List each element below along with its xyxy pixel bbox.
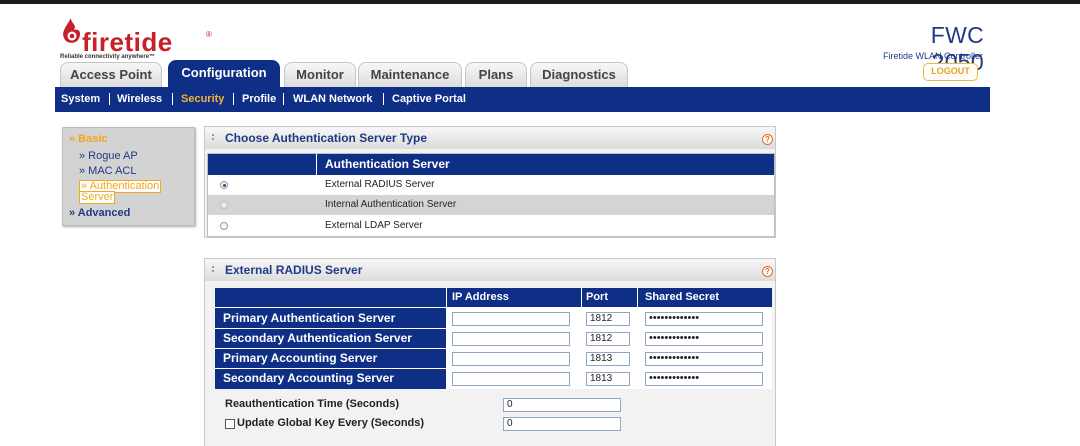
tab-maintenance[interactable]: Maintenance: [358, 62, 462, 88]
column-header-port: Port: [586, 291, 608, 303]
menu-basic[interactable]: » Basic: [69, 133, 108, 145]
tab-diagnostics[interactable]: Diagnostics: [530, 62, 628, 88]
secondary-acct-ip-input[interactable]: [452, 372, 570, 386]
grid-line: [637, 288, 638, 389]
subnav-separator: [283, 93, 284, 105]
reauth-time-input[interactable]: 0: [503, 398, 621, 412]
grid-line: [581, 288, 582, 389]
auth-server-table: Authentication Server External RADIUS Se…: [207, 153, 775, 237]
menu-advanced[interactable]: » Advanced: [69, 207, 130, 219]
flame-icon: [63, 16, 81, 43]
global-key-label: Update Global Key Every (Seconds): [237, 417, 425, 429]
auth-type-panel-title: Choose Authentication Server Type: [225, 131, 428, 145]
top-border: [0, 0, 1080, 4]
right-margin: [990, 118, 1080, 446]
radio-external-radius[interactable]: [220, 181, 228, 189]
radius-panel-header: External RADIUS Server ?: [205, 259, 775, 281]
primary-acct-port-input[interactable]: 1813: [586, 352, 630, 366]
row-label-secondary-authentication: Secondary Authentication Server: [223, 331, 412, 345]
grid-line: [215, 307, 772, 308]
left-menu: » Basic » Rogue AP » MAC ACL » Authentic…: [62, 127, 195, 226]
primary-auth-ip-input[interactable]: [452, 312, 570, 326]
drag-grip-icon: [212, 266, 216, 274]
row-label-primary-authentication: Primary Authentication Server: [223, 311, 396, 325]
subnav-system[interactable]: System: [61, 92, 100, 106]
auth-type-panel-header: Choose Authentication Server Type ?: [205, 127, 775, 149]
subnav-captive-portal[interactable]: Captive Portal: [392, 92, 466, 106]
help-icon[interactable]: ?: [762, 134, 773, 145]
secondary-auth-secret-input[interactable]: •••••••••••••: [645, 332, 763, 346]
help-icon[interactable]: ?: [762, 266, 773, 277]
menu-authentication-server-line2[interactable]: Server: [79, 191, 116, 204]
secondary-acct-port-input[interactable]: 1813: [586, 372, 630, 386]
secondary-auth-ip-input[interactable]: [452, 332, 570, 346]
column-header-shared-secret: Shared Secret: [645, 291, 719, 303]
firetide-logo: firetide ® Reliable connectivity anywher…: [60, 14, 220, 62]
subnav-profile[interactable]: Profile: [242, 92, 276, 106]
grid-line: [446, 288, 447, 389]
subnav-separator: [383, 93, 384, 105]
radius-server-table: IP Address Port Shared Secret Primary Au…: [215, 288, 772, 389]
auth-option-row[interactable]: External LDAP Server: [208, 216, 774, 236]
logo-trademark: ®: [206, 30, 212, 39]
primary-auth-port-input[interactable]: 1812: [586, 312, 630, 326]
sub-navigation: System Wireless Security Profile WLAN Ne…: [55, 87, 990, 112]
menu-mac-acl[interactable]: » MAC ACL: [79, 165, 136, 177]
row-label-secondary-accounting: Secondary Accounting Server: [223, 371, 394, 385]
global-key-checkbox[interactable]: [225, 419, 235, 429]
auth-server-table-header: Authentication Server: [208, 154, 774, 175]
subnav-security[interactable]: Security: [181, 92, 224, 106]
subnav-separator: [172, 93, 173, 105]
primary-acct-ip-input[interactable]: [452, 352, 570, 366]
secondary-acct-secret-input[interactable]: •••••••••••••: [645, 372, 763, 386]
logo-tagline: Reliable connectivity anywhere™: [60, 54, 156, 60]
auth-option-label: External LDAP Server: [325, 220, 423, 231]
subnav-wlan-network[interactable]: WLAN Network: [293, 92, 372, 106]
auth-option-label: Internal Authentication Server: [325, 199, 457, 210]
reauth-time-label: Reauthentication Time (Seconds): [225, 398, 399, 410]
grid-line: [215, 328, 772, 329]
menu-rogue-ap[interactable]: » Rogue AP: [79, 150, 138, 162]
tab-monitor[interactable]: Monitor: [284, 62, 356, 88]
subnav-separator: [109, 93, 110, 105]
tab-configuration[interactable]: Configuration: [168, 60, 280, 88]
global-key-input[interactable]: 0: [503, 417, 621, 431]
auth-option-row[interactable]: Internal Authentication Server: [208, 195, 774, 215]
radio-internal-auth[interactable]: [220, 201, 228, 209]
primary-acct-secret-input[interactable]: •••••••••••••: [645, 352, 763, 366]
row-label-primary-accounting: Primary Accounting Server: [223, 351, 378, 365]
drag-grip-icon: [212, 134, 216, 142]
primary-auth-secret-input[interactable]: •••••••••••••: [645, 312, 763, 326]
logout-button[interactable]: LOGOUT: [923, 63, 978, 81]
subnav-wireless[interactable]: Wireless: [117, 92, 162, 106]
grid-line: [215, 348, 772, 349]
subnav-separator: [233, 93, 234, 105]
radio-external-ldap[interactable]: [220, 222, 228, 230]
tab-access-point[interactable]: Access Point: [60, 62, 162, 88]
auth-header-select-column: [208, 154, 317, 175]
tab-plans[interactable]: Plans: [465, 62, 527, 88]
auth-option-row[interactable]: External RADIUS Server: [208, 175, 774, 195]
product-subtitle: Firetide WLAN Controller: [882, 51, 983, 61]
secondary-auth-port-input[interactable]: 1812: [586, 332, 630, 346]
column-header-ip-address: IP Address: [452, 291, 509, 303]
auth-server-column-header: Authentication Server: [325, 157, 450, 171]
grid-line: [215, 368, 772, 369]
auth-option-label: External RADIUS Server: [325, 179, 435, 190]
radius-panel-title: External RADIUS Server: [225, 263, 363, 277]
